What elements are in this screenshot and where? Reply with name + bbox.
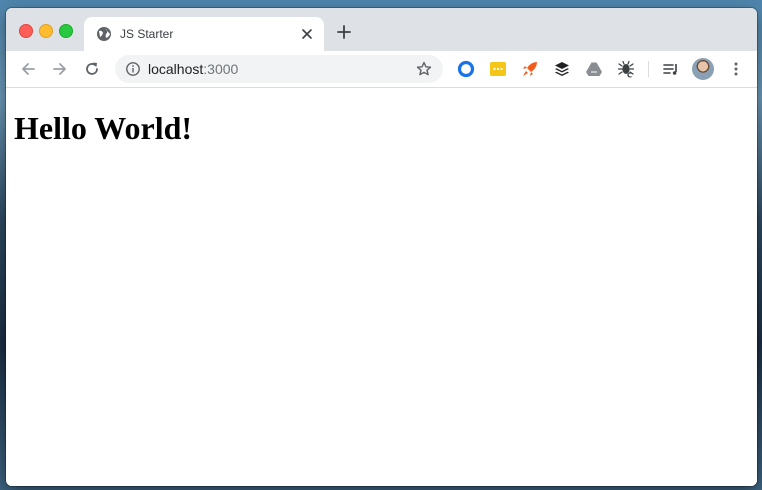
tab-js-starter[interactable]: JS Starter [84, 17, 324, 51]
url-port: :3000 [203, 61, 239, 77]
close-tab-icon[interactable] [298, 25, 316, 43]
more-menu-icon[interactable] [727, 60, 745, 78]
buffer-stack-extension-icon[interactable] [553, 60, 571, 78]
url-text[interactable]: localhost:3000 [148, 61, 238, 77]
media-queue-icon[interactable] [662, 60, 680, 78]
info-icon[interactable] [125, 61, 141, 77]
address-bar[interactable]: localhost:3000 [115, 55, 443, 83]
bookmark-star-icon[interactable] [415, 60, 433, 78]
reload-icon[interactable] [83, 60, 101, 78]
toolbar: localhost:3000 C [6, 51, 757, 88]
url-host: localhost [148, 61, 204, 77]
bug-extension-icon[interactable]: C [617, 60, 635, 78]
tab-title: JS Starter [120, 27, 174, 41]
orange-rocket-extension-icon[interactable] [521, 60, 539, 78]
blue-ring-extension-icon[interactable] [457, 60, 475, 78]
page-content: Hello World! [6, 88, 757, 486]
maximize-window-button[interactable] [59, 24, 73, 38]
close-window-button[interactable] [19, 24, 33, 38]
toolbar-divider [648, 61, 649, 77]
tab-strip: JS Starter [6, 8, 757, 51]
profile-avatar[interactable] [692, 58, 714, 80]
browser-window: JS Starter localhost:3000 C Hello World! [6, 8, 757, 486]
globe-icon [97, 27, 111, 41]
forward-arrow-icon[interactable] [51, 60, 69, 78]
page-heading: Hello World! [14, 110, 193, 146]
yellow-chat-extension-icon[interactable] [489, 60, 507, 78]
minimize-window-button[interactable] [39, 24, 53, 38]
drive-extension-icon[interactable] [585, 60, 603, 78]
svg-text:C: C [627, 72, 632, 79]
back-arrow-icon[interactable] [19, 60, 37, 78]
new-tab-icon[interactable] [336, 24, 352, 40]
